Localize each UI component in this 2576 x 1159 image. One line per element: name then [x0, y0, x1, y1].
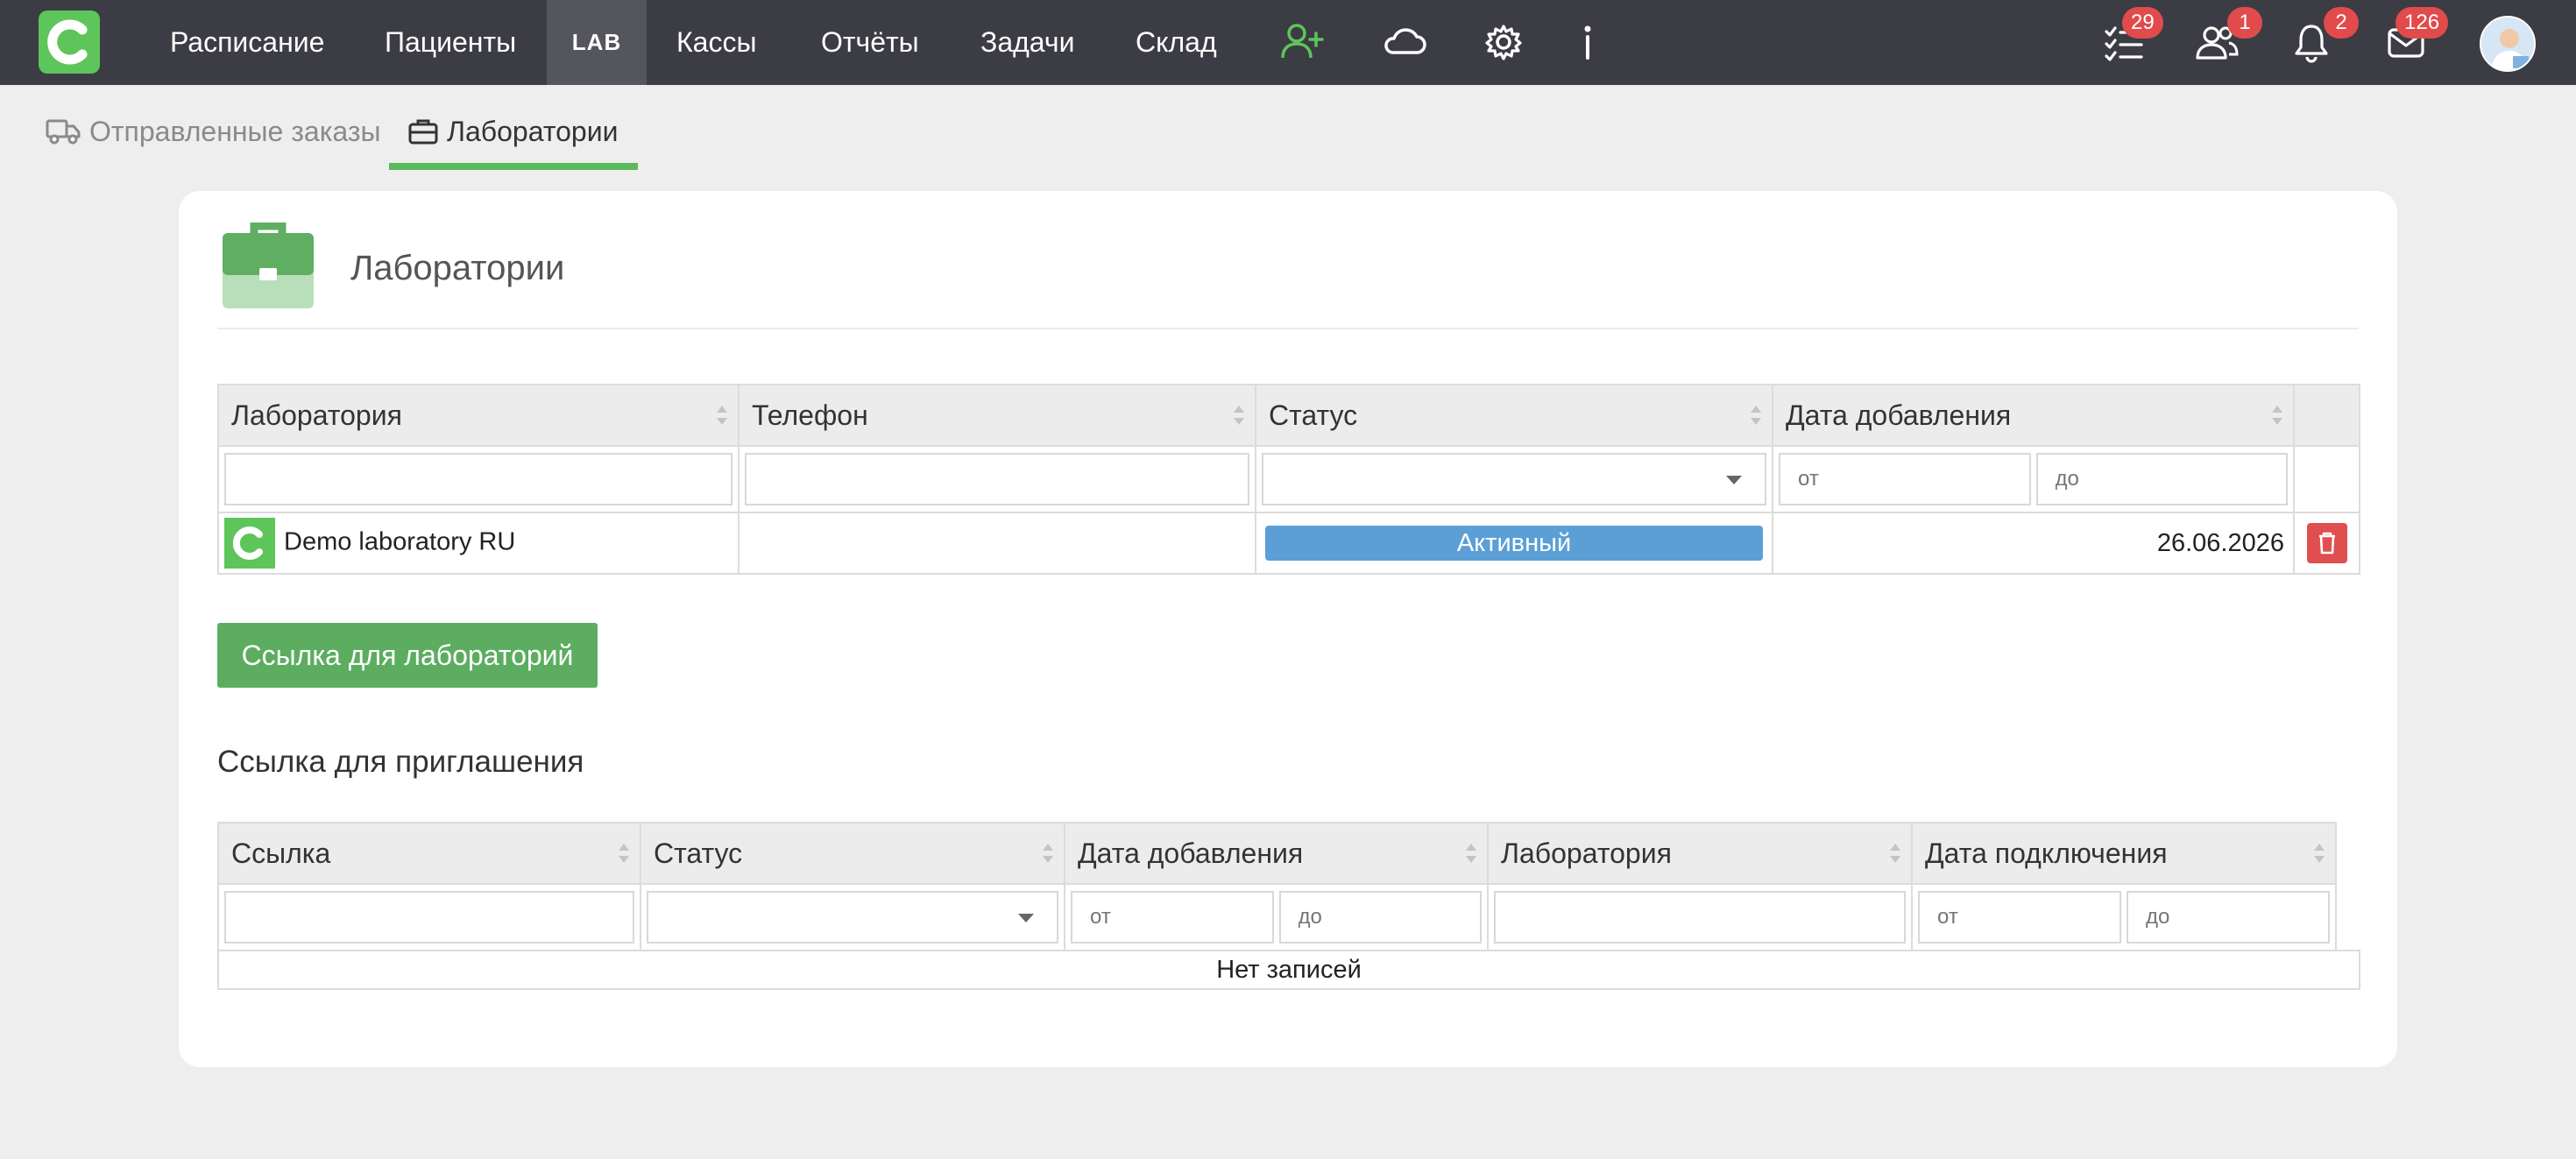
truck-icon [46, 119, 81, 145]
column-header-phone[interactable]: Телефон [738, 384, 1256, 447]
add-user-icon[interactable] [1277, 18, 1327, 67]
sort-icon [2272, 406, 2282, 425]
column-header-laboratory[interactable]: Лаборатория [217, 384, 740, 447]
tasks-badge: 29 [2122, 7, 2163, 39]
laboratories-card: Лаборатории Лаборатория Телефон Статус Д… [179, 191, 2397, 1067]
delete-button[interactable] [2306, 523, 2347, 563]
column-header-laboratory[interactable]: Лаборатория [1487, 822, 1913, 885]
nav-patients[interactable]: Пациенты [385, 0, 516, 85]
filter-date-to-input[interactable] [2035, 453, 2288, 505]
filter-connection-from-input[interactable] [1918, 891, 2121, 943]
filter-laboratory-input[interactable] [1494, 891, 1906, 943]
tab-sent-orders-label: Отправленные заказы [89, 116, 381, 147]
filter-date-from-input[interactable] [1779, 453, 2031, 505]
top-navbar: Расписание Пациенты LAB Кассы Отчёты Зад… [0, 0, 2576, 85]
tab-laboratories[interactable]: Лаборатории [408, 107, 618, 156]
briefcase-icon [408, 119, 438, 145]
divider [217, 328, 2359, 329]
app-logo[interactable] [39, 11, 100, 74]
active-tab-indicator [389, 163, 638, 170]
sort-icon [1890, 844, 1900, 863]
table-row[interactable]: Demo laboratory RU Активный 26.06.2026 [217, 512, 2360, 575]
laboratory-phone [738, 512, 1256, 575]
cloud-icon[interactable] [1380, 18, 1429, 67]
info-icon[interactable] [1563, 18, 1612, 67]
filter-date-added-from-input[interactable] [1071, 891, 1274, 943]
column-header-status[interactable]: Статус [640, 822, 1065, 885]
invites-table: Ссылка Статус Дата добавления Лаборатори… [217, 822, 2360, 990]
user-avatar[interactable] [2480, 16, 2536, 72]
empty-message: Нет записей [217, 950, 2360, 990]
sort-icon [1043, 844, 1053, 863]
column-header-status[interactable]: Статус [1255, 384, 1773, 447]
sort-icon [619, 844, 629, 863]
trash-icon [2318, 532, 2335, 555]
date-added: 26.06.2026 [1772, 512, 2295, 575]
users-badge: 1 [2227, 7, 2262, 39]
status-badge: Активный [1265, 526, 1763, 561]
sort-icon [2314, 844, 2325, 863]
chevron-down-icon [1018, 914, 1034, 922]
column-header-link[interactable]: Ссылка [217, 822, 641, 885]
gear-icon[interactable] [1479, 18, 1528, 67]
filter-link-input[interactable] [224, 891, 634, 943]
column-header-actions [2293, 384, 2360, 447]
tab-sent-orders[interactable]: Отправленные заказы [46, 107, 381, 156]
nav-reports[interactable]: Отчёты [821, 0, 919, 85]
filter-status-select[interactable] [647, 891, 1058, 943]
sort-icon [717, 406, 727, 425]
sort-icon [1234, 406, 1244, 425]
laboratory-logo [224, 518, 275, 569]
briefcase-icon [221, 222, 315, 314]
filter-status-select[interactable] [1262, 453, 1766, 505]
laboratory-name[interactable]: Demo laboratory RU [284, 528, 515, 556]
filter-connection-to-input[interactable] [2127, 891, 2330, 943]
invite-section-title: Ссылка для приглашения [217, 745, 584, 779]
lab-link-button[interactable]: Ссылка для лабораторий [217, 623, 598, 688]
scrollbar-gutter [2335, 823, 2360, 884]
column-header-connection-date[interactable]: Дата подключения [1911, 822, 2337, 885]
laboratories-table: Лаборатория Телефон Статус Дата добавлен… [217, 384, 2360, 575]
filter-phone-input[interactable] [745, 453, 1249, 505]
card-title: Лаборатории [350, 249, 565, 287]
column-header-date-added[interactable]: Дата добавления [1064, 822, 1489, 885]
messages-badge: 126 [2396, 7, 2449, 39]
nav-tasks[interactable]: Задачи [980, 0, 1074, 85]
column-header-date-added[interactable]: Дата добавления [1772, 384, 2295, 447]
filter-laboratory-input[interactable] [224, 453, 732, 505]
tab-laboratories-label: Лаборатории [447, 116, 619, 147]
chevron-down-icon [1726, 476, 1742, 484]
notifications-badge: 2 [2324, 7, 2359, 39]
filter-date-added-to-input[interactable] [1278, 891, 1482, 943]
sort-icon [1466, 844, 1476, 863]
sort-icon [1751, 406, 1761, 425]
nav-warehouse[interactable]: Склад [1136, 0, 1217, 85]
nav-cashboxes[interactable]: Кассы [676, 0, 756, 85]
nav-lab[interactable]: LAB [547, 0, 647, 85]
nav-schedule[interactable]: Расписание [170, 0, 324, 85]
